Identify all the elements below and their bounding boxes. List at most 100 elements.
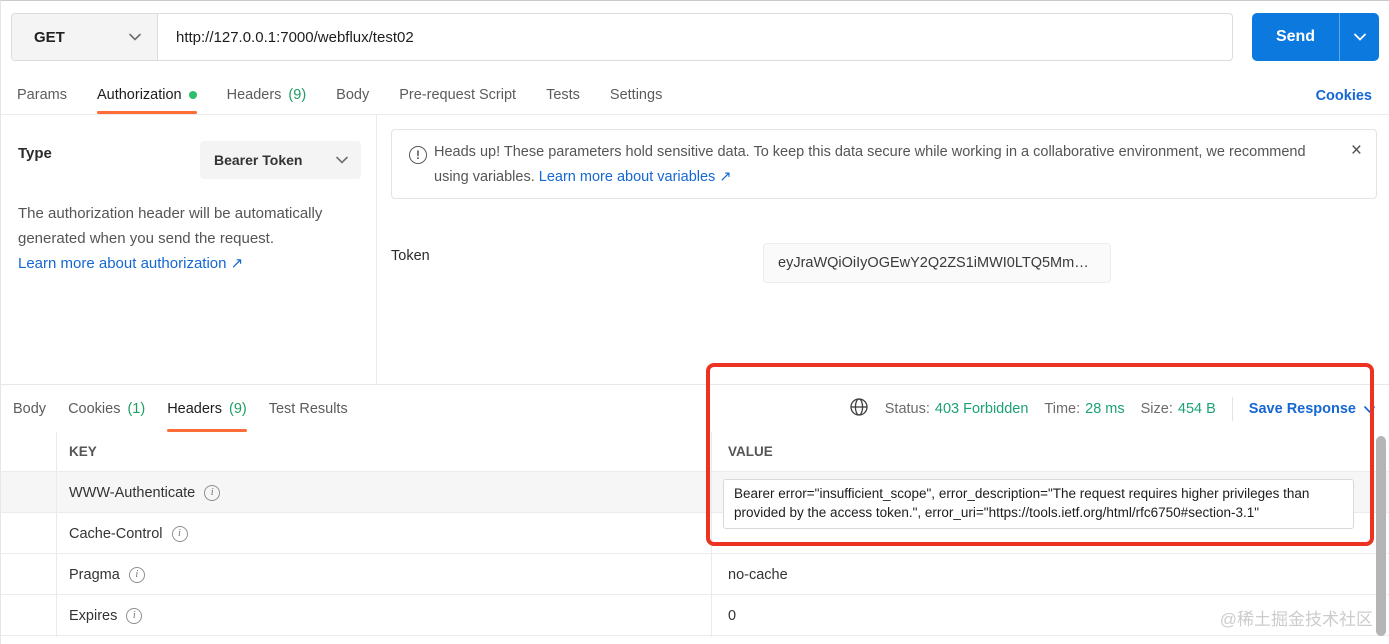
table-row-pragma[interactable]: Pragma i no-cache (1, 554, 1389, 595)
chevron-down-icon (336, 151, 348, 169)
auth-type-value: Bearer Token (214, 152, 303, 168)
close-icon[interactable]: × (1351, 141, 1362, 160)
auth-description-text: The authorization header will be automat… (18, 205, 323, 247)
column-divider (711, 432, 712, 637)
tab-settings[interactable]: Settings (610, 76, 662, 114)
info-icon[interactable]: i (204, 484, 221, 501)
info-icon[interactable]: i (171, 525, 188, 542)
send-options-button[interactable] (1339, 13, 1379, 61)
time-label: Time: (1044, 401, 1081, 417)
cookies-link-label: Cookies (1315, 87, 1372, 104)
external-link-icon: ↗ (719, 169, 732, 185)
header-key: Pragma i (69, 554, 145, 595)
response-time: Time: 28 ms (1044, 401, 1124, 417)
token-label: Token (391, 248, 430, 264)
key-column-header: KEY (69, 444, 97, 459)
header-value: 0 (728, 607, 737, 624)
response-size: Size: 454 B (1141, 401, 1216, 417)
url-bar: GET (11, 13, 1233, 61)
response-status-bar: Status: 403 Forbidden Time: 28 ms Size: … (849, 386, 1375, 432)
request-url-input[interactable] (158, 14, 1232, 60)
send-button[interactable]: Send (1252, 13, 1339, 61)
response-tabs: Body Cookies (1) Headers (9) Test Result… (13, 386, 348, 432)
watermark: @稀土掘金技术社区 (1219, 610, 1373, 629)
http-method-select[interactable]: GET (12, 14, 158, 60)
status-label: Status: (884, 401, 930, 417)
status-code: Status: 403 Forbidden (885, 401, 1029, 417)
size-label: Size: (1140, 401, 1173, 417)
tab-count: (9) (229, 401, 247, 417)
chevron-down-icon (129, 28, 141, 46)
header-key: Cache-Control i (69, 513, 188, 554)
link-label: Learn more about authorization (18, 255, 227, 272)
tab-headers[interactable]: Headers (9) (227, 76, 307, 114)
tab-count: (9) (288, 87, 307, 103)
key-text: WWW-Authenticate (69, 484, 196, 501)
response-tab-test-results[interactable]: Test Results (269, 386, 348, 432)
http-method-value: GET (34, 28, 65, 46)
tab-count: (1) (127, 401, 146, 417)
request-tabs: Params Authorization Headers (9) Body Pr… (1, 76, 1389, 115)
time-value: 28 ms (1085, 401, 1125, 417)
banner-text: Heads up! These parameters hold sensitiv… (434, 140, 1314, 190)
tab-tests[interactable]: Tests (546, 76, 580, 114)
key-text: Expires (69, 607, 118, 624)
auth-type-select[interactable]: Bearer Token (200, 141, 361, 179)
status-value: 403 Forbidden (934, 401, 1029, 417)
send-button-group: Send (1252, 13, 1379, 61)
tab-label: Headers (167, 401, 222, 417)
link-label: Learn more about variables (538, 169, 716, 185)
key-text: Pragma (69, 566, 120, 583)
tab-label: Settings (609, 87, 663, 103)
response-tab-cookies[interactable]: Cookies (1) (68, 386, 145, 432)
postman-request-view: GET Send Params Authorization Headers (9… (0, 0, 1389, 644)
info-icon[interactable]: i (126, 607, 143, 624)
auth-configured-dot (188, 91, 197, 99)
tab-label: Body (336, 87, 370, 103)
header-key: Expires i (69, 595, 143, 636)
save-response-label: Save Response (1248, 401, 1356, 417)
tab-params[interactable]: Params (17, 76, 67, 114)
sensitive-data-banner: ! Heads up! These parameters hold sensit… (391, 129, 1377, 199)
learn-more-authorization-link[interactable]: Learn more about authorization ↗ (18, 255, 243, 272)
tab-authorization[interactable]: Authorization (96, 76, 197, 114)
header-key: WWW-Authenticate i (69, 472, 221, 513)
vertical-scrollbar[interactable] (1376, 436, 1386, 636)
response-panel: Body Cookies (1) Headers (9) Test Result… (1, 384, 1389, 644)
response-tab-body[interactable]: Body (13, 386, 46, 432)
tab-label: Body (13, 401, 47, 417)
header-value: no-cache (728, 566, 788, 583)
www-authenticate-value-box[interactable]: Bearer error="insufficient_scope", error… (723, 479, 1354, 529)
tab-body[interactable]: Body (336, 76, 369, 114)
tab-pre-request-script[interactable]: Pre-request Script (399, 76, 516, 114)
learn-more-variables-link[interactable]: Learn more about variables ↗ (539, 169, 732, 185)
auth-type-panel: Type Bearer Token The authorization head… (1, 115, 377, 384)
tab-label: Test Results (268, 401, 348, 417)
save-response-button[interactable]: Save Response (1249, 401, 1375, 417)
column-divider (56, 432, 57, 637)
auth-type-label: Type (18, 145, 52, 162)
tab-label: Headers (226, 87, 282, 103)
token-input[interactable] (763, 243, 1111, 283)
auth-description: The authorization header will be automat… (18, 201, 368, 276)
table-row-expires[interactable]: Expires i 0 (1, 595, 1389, 636)
warning-icon: ! (409, 146, 427, 164)
cookies-link[interactable]: Cookies (1316, 76, 1372, 115)
size-value: 454 B (1177, 401, 1216, 417)
key-text: Cache-Control (69, 525, 163, 542)
tab-label: Params (17, 87, 67, 103)
response-tab-headers[interactable]: Headers (9) (167, 386, 247, 432)
external-link-icon: ↗ (230, 255, 244, 272)
chevron-down-icon (1364, 401, 1375, 417)
send-button-label: Send (1275, 28, 1316, 45)
divider (1231, 397, 1233, 421)
globe-icon[interactable] (849, 397, 869, 421)
info-icon[interactable]: i (128, 566, 145, 583)
tab-label: Tests (546, 87, 580, 103)
tab-label: Authorization (96, 87, 182, 103)
tab-label: Cookies (68, 401, 121, 417)
headers-table-header: KEY VALUE (1, 432, 1389, 472)
tab-label: Pre-request Script (399, 87, 517, 103)
value-column-header: VALUE (728, 444, 773, 459)
chevron-down-icon (1353, 28, 1366, 46)
